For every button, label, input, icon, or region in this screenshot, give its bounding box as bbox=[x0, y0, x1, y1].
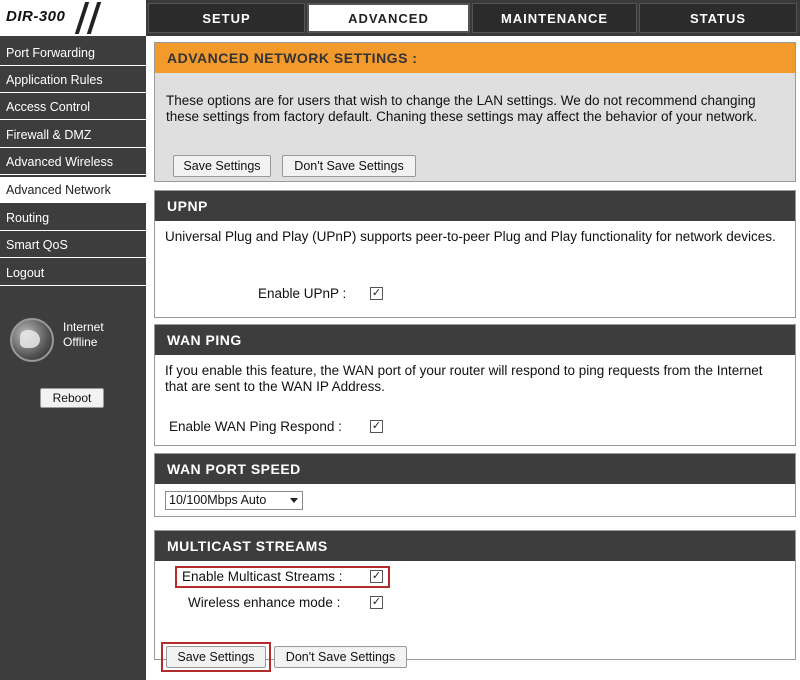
enable-multicast-checkbox[interactable]: ✓ bbox=[370, 570, 383, 583]
dont-save-settings-button-top[interactable]: Don't Save Settings bbox=[282, 155, 416, 177]
tab-status[interactable]: STATUS bbox=[639, 3, 797, 33]
logo-slash-icon bbox=[74, 2, 90, 34]
logo-slash-icon bbox=[86, 2, 102, 34]
wireless-enhance-checkbox[interactable]: ✓ bbox=[370, 596, 383, 609]
upnp-panel: UPNP Universal Plug and Play (UPnP) supp… bbox=[154, 190, 796, 318]
wan-port-speed-title: WAN PORT SPEED bbox=[155, 454, 795, 484]
internet-status: Internet Offline bbox=[63, 320, 133, 350]
reboot-button[interactable]: Reboot bbox=[40, 388, 104, 408]
logo-text: DIR-300 bbox=[6, 8, 66, 25]
tab-setup[interactable]: SETUP bbox=[148, 3, 305, 33]
wan-port-speed-select[interactable]: 10/100Mbps Auto bbox=[165, 491, 303, 510]
sidebar-item-application-rules[interactable]: Application Rules bbox=[0, 67, 146, 93]
sidebar-item-smart-qos[interactable]: Smart QoS bbox=[0, 232, 146, 258]
internet-status-value: Offline bbox=[63, 335, 98, 349]
sidebar-item-advanced-wireless[interactable]: Advanced Wireless bbox=[0, 149, 146, 175]
sidebar: Port Forwarding Application Rules Access… bbox=[0, 36, 146, 680]
advanced-network-settings-panel: ADVANCED NETWORK SETTINGS : These option… bbox=[154, 42, 796, 182]
top-navigation-bar: DIR-300 SETUP ADVANCED MAINTENANCE STATU… bbox=[0, 0, 800, 36]
page-title: ADVANCED NETWORK SETTINGS : bbox=[155, 43, 795, 73]
main-content: ADVANCED NETWORK SETTINGS : These option… bbox=[146, 36, 800, 680]
save-settings-button-top[interactable]: Save Settings bbox=[173, 155, 271, 177]
enable-upnp-checkbox[interactable]: ✓ bbox=[370, 287, 383, 300]
logo: DIR-300 bbox=[0, 0, 146, 36]
sidebar-item-access-control[interactable]: Access Control bbox=[0, 94, 146, 120]
enable-multicast-label: Enable Multicast Streams : bbox=[182, 569, 343, 584]
enable-wan-ping-checkbox[interactable]: ✓ bbox=[370, 420, 383, 433]
wireless-enhance-label: Wireless enhance mode : bbox=[188, 595, 341, 610]
wan-ping-description: If you enable this feature, the WAN port… bbox=[165, 363, 763, 394]
globe-icon bbox=[10, 318, 54, 362]
upnp-title: UPNP bbox=[155, 191, 795, 221]
dont-save-settings-button-bottom[interactable]: Don't Save Settings bbox=[274, 646, 407, 668]
enable-wan-ping-label: Enable WAN Ping Respond : bbox=[169, 419, 342, 434]
enable-upnp-label: Enable UPnP : bbox=[258, 286, 347, 301]
wan-ping-panel: WAN PING If you enable this feature, the… bbox=[154, 324, 796, 446]
wan-port-speed-panel: WAN PORT SPEED 10/100Mbps Auto bbox=[154, 453, 796, 517]
sidebar-item-routing[interactable]: Routing bbox=[0, 205, 146, 231]
sidebar-item-port-forwarding[interactable]: Port Forwarding bbox=[0, 40, 146, 66]
tab-advanced[interactable]: ADVANCED bbox=[307, 3, 470, 33]
internet-status-label: Internet bbox=[63, 320, 104, 334]
wan-port-speed-value: 10/100Mbps Auto bbox=[169, 493, 267, 507]
save-settings-button-bottom[interactable]: Save Settings bbox=[166, 646, 266, 668]
sidebar-item-logout[interactable]: Logout bbox=[0, 260, 146, 286]
upnp-description: Universal Plug and Play (UPnP) supports … bbox=[165, 229, 776, 244]
sidebar-item-advanced-network[interactable]: Advanced Network bbox=[0, 177, 146, 203]
multicast-title: MULTICAST STREAMS bbox=[155, 531, 795, 561]
sidebar-item-firewall-dmz[interactable]: Firewall & DMZ bbox=[0, 122, 146, 148]
chevron-down-icon bbox=[290, 498, 298, 503]
advanced-description: These options are for users that wish to… bbox=[166, 93, 758, 124]
wan-ping-title: WAN PING bbox=[155, 325, 795, 355]
multicast-streams-panel: MULTICAST STREAMS Enable Multicast Strea… bbox=[154, 530, 796, 660]
tab-maintenance[interactable]: MAINTENANCE bbox=[472, 3, 637, 33]
